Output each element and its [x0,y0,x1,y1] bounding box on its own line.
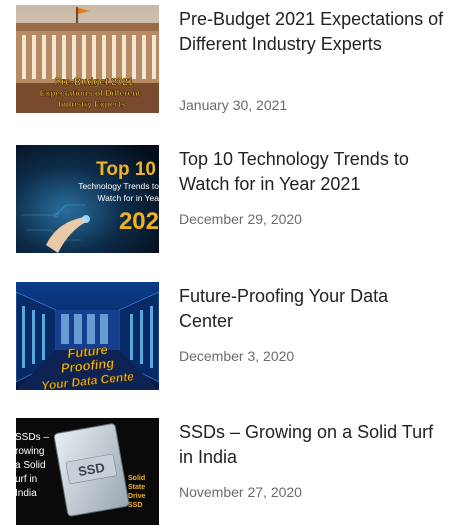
post-item[interactable]: Future Proofing Your Data Cente Future-P… [0,282,450,394]
post-date: December 3, 2020 [179,348,295,364]
thumbnail-caption-line: Technology Trends to [78,181,159,191]
thumbnail-side-line: Solid [128,475,145,482]
post-thumbnail-ssd[interactable]: SSD SSDs – rowing a Solid urf in India S… [16,418,159,525]
post-title-link[interactable]: Pre-Budget 2021 Expectations of Differen… [179,7,444,57]
thumbnail-side-line: SSD [128,502,142,509]
recent-posts-list: Pre-Budget 2021 Expectations of Differen… [0,0,450,525]
post-thumbnail-pre-budget[interactable]: Pre-Budget 2021 Expectations of Differen… [16,5,159,113]
thumbnail-caption-line: Expectations of Different [40,88,141,98]
data-center-image: Future Proofing Your Data Cente [16,282,159,390]
post-date: December 29, 2020 [179,211,302,227]
post-thumbnail-technology-trends[interactable]: Top 10 Technology Trends to Watch for in… [16,145,159,253]
thumbnail-caption-line: SSDs – [16,432,49,443]
post-date: January 30, 2021 [179,97,288,113]
thumbnail-caption-line: India [16,488,37,499]
thumbnail-caption-line: rowing [16,446,44,457]
parliament-building-image: Pre-Budget 2021 Expectations of Differen… [16,5,159,113]
ssd-drive-image: SSD SSDs – rowing a Solid urf in India S… [16,418,159,525]
thumbnail-caption-line: Industry Experts [58,99,125,109]
post-title-link[interactable]: SSDs – Growing on a Solid Turf in India [179,420,444,470]
thumbnail-side-line: Drive [128,493,146,500]
thumbnail-side-line: State [128,484,145,491]
post-title-link[interactable]: Top 10 Technology Trends to Watch for in… [179,147,444,197]
technology-trends-image: Top 10 Technology Trends to Watch for in… [16,145,159,253]
post-title-link[interactable]: Future-Proofing Your Data Center [179,284,444,334]
post-item[interactable]: Top 10 Technology Trends to Watch for in… [0,145,450,257]
post-date: November 27, 2020 [179,484,302,500]
thumbnail-caption-line: Watch for in Yea [97,193,159,203]
thumbnail-caption-line: Pre-Budget 2021 [55,77,134,88]
thumbnail-caption-line: urf in [16,474,37,485]
post-thumbnail-data-center[interactable]: Future Proofing Your Data Cente [16,282,159,390]
post-item[interactable]: Pre-Budget 2021 Expectations of Differen… [0,5,450,117]
post-item[interactable]: SSD SSDs – rowing a Solid urf in India S… [0,418,450,525]
thumbnail-caption-line: a Solid [16,460,46,471]
thumbnail-headline: Top 10 [96,159,156,180]
thumbnail-year: 202 [119,208,159,235]
